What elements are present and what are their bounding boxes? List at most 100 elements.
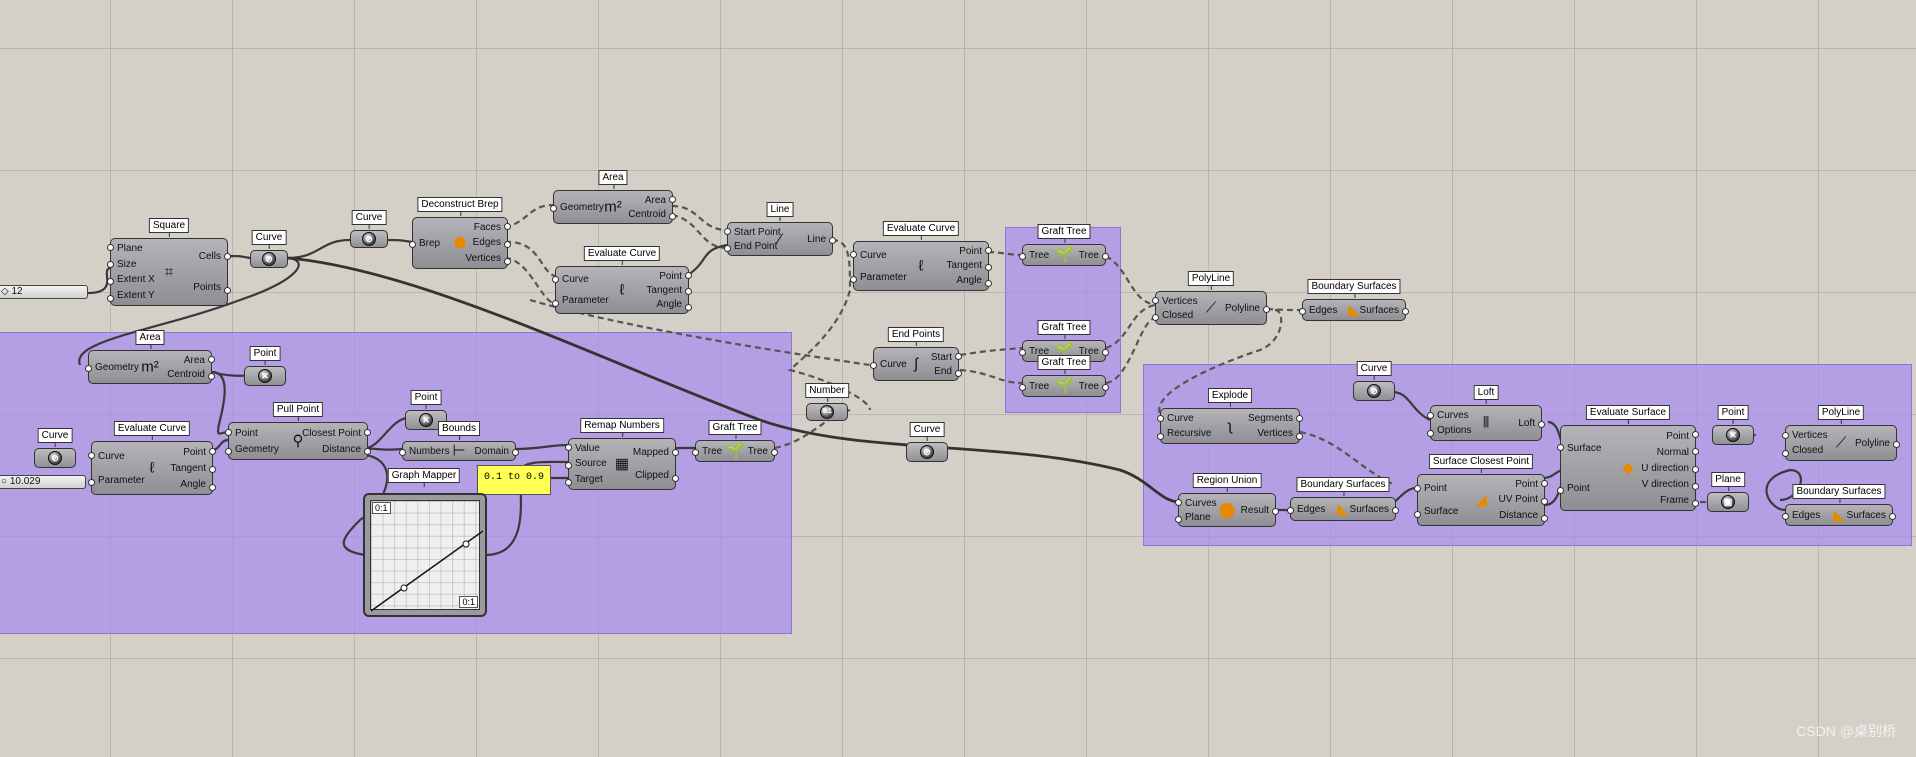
input-grip[interactable]	[1152, 314, 1159, 321]
output-clipped[interactable]: Clipped	[635, 470, 669, 481]
region-union-component[interactable]: Curves Plane Result ⬤	[1175, 493, 1279, 527]
output-grip[interactable]	[1296, 432, 1303, 440]
output-grip[interactable]	[1692, 499, 1699, 507]
output-domain[interactable]: Domain	[475, 446, 509, 457]
output-point[interactable]: Point	[183, 447, 206, 458]
output-grip[interactable]	[672, 474, 679, 482]
input-point[interactable]: Point	[235, 428, 258, 439]
input-tree[interactable]: Tree	[1029, 250, 1049, 261]
boundary-surfaces-component[interactable]: Edges Surfaces ◣	[1782, 504, 1896, 526]
input-size[interactable]: Size	[117, 259, 136, 270]
input-curve[interactable]: Curve	[98, 451, 125, 462]
input-grip[interactable]	[225, 448, 232, 455]
output-grip[interactable]	[955, 370, 962, 377]
input-recursive[interactable]: Recursive	[1167, 428, 1211, 439]
graft-tree-component[interactable]: Tree Tree 🌱	[1019, 375, 1109, 397]
input-grip[interactable]	[552, 275, 559, 283]
input-geometry[interactable]: Geometry	[235, 444, 279, 455]
output-grip[interactable]	[669, 213, 676, 220]
input-grip[interactable]	[850, 276, 857, 283]
end-points-component[interactable]: Curve Start End ∫	[870, 347, 962, 381]
curve-parameter[interactable]: ⊘	[1353, 381, 1395, 401]
output-polyline[interactable]: Polyline	[1855, 438, 1890, 449]
input-surface[interactable]: Surface	[1567, 443, 1601, 454]
input-grip[interactable]	[1782, 449, 1789, 457]
input-brep[interactable]: Brep	[419, 238, 440, 249]
output-grip[interactable]	[955, 353, 962, 360]
input-point[interactable]: Point	[1424, 483, 1447, 494]
input-closed[interactable]: Closed	[1162, 310, 1193, 321]
input-grip[interactable]	[1175, 499, 1182, 506]
input-tree[interactable]: Tree	[1029, 381, 1049, 392]
input-extent-x[interactable]: Extent X	[117, 274, 155, 285]
output-point[interactable]: Point	[1666, 431, 1689, 442]
remap-numbers-component[interactable]: Value Source Target Mapped Clipped ▦	[565, 438, 679, 490]
output-distance[interactable]: Distance	[322, 444, 361, 455]
output-grip[interactable]	[1272, 507, 1279, 515]
output-grip[interactable]	[685, 271, 692, 279]
surface-closest-point-component[interactable]: Point Surface Point UV Point Distance ◢	[1414, 474, 1548, 526]
input-grip[interactable]	[399, 448, 406, 456]
input-curve[interactable]: Curve	[562, 274, 589, 285]
output-grip[interactable]	[504, 240, 511, 248]
output-closest-point[interactable]: Closest Point	[302, 428, 361, 439]
output-vertices[interactable]: Vertices	[465, 253, 501, 264]
boundary-surfaces-component[interactable]: Edges Surfaces ◣	[1299, 299, 1409, 321]
output-edges[interactable]: Edges	[473, 237, 501, 248]
input-options[interactable]: Options	[1437, 425, 1471, 436]
input-point[interactable]: Point	[1567, 483, 1590, 494]
output-grip[interactable]	[209, 447, 216, 455]
input-grip[interactable]	[1557, 444, 1564, 451]
output-grip[interactable]	[1889, 512, 1896, 520]
input-grip[interactable]	[1019, 383, 1026, 391]
output-grip[interactable]	[1263, 305, 1270, 313]
input-grip[interactable]	[88, 479, 95, 486]
input-source[interactable]: Source	[575, 458, 607, 469]
input-grip[interactable]	[225, 429, 232, 436]
input-parameter[interactable]: Parameter	[860, 272, 907, 283]
output-grip[interactable]	[985, 263, 992, 271]
input-grip[interactable]	[1782, 431, 1789, 439]
pull-point-component[interactable]: Point Geometry Closest Point Distance ⚲	[225, 422, 371, 460]
output-grip[interactable]	[685, 287, 692, 295]
input-grip[interactable]	[1157, 414, 1164, 422]
input-grip[interactable]	[1019, 252, 1026, 260]
input-start-point[interactable]: Start Point	[734, 227, 781, 238]
explode-component[interactable]: Curve Recursive Segments Vertices ʅ	[1157, 408, 1303, 444]
evaluate-surface-component[interactable]: Surface Point Point Normal U direction V dire…	[1557, 425, 1699, 511]
output-grip[interactable]	[209, 483, 216, 491]
input-curve[interactable]: Curve	[1167, 413, 1194, 424]
output-angle[interactable]: Angle	[180, 479, 206, 490]
grasshopper-canvas[interactable]: ◇ 12 ○ 10.029 0.1 to 0.9 Graph Mapper 0:…	[0, 0, 1916, 757]
point-parameter[interactable]: ✕	[244, 366, 286, 386]
line-component[interactable]: Start Point End Point Line ⁄	[724, 222, 836, 256]
input-grip[interactable]	[850, 251, 857, 258]
deconstruct-brep-component[interactable]: Brep Faces Edges Vertices ⬢	[409, 217, 511, 269]
input-vertices[interactable]: Vertices	[1162, 296, 1198, 307]
output-grip[interactable]	[224, 286, 231, 294]
output-grip[interactable]	[1538, 420, 1545, 428]
output-uv-point[interactable]: UV Point	[1499, 494, 1538, 505]
input-curves[interactable]: Curves	[1437, 410, 1469, 421]
evaluate-curve-component[interactable]: Curve Parameter Point Tangent Angle ℓ	[88, 441, 216, 495]
input-extent-y[interactable]: Extent Y	[117, 290, 155, 301]
input-grip[interactable]	[107, 278, 114, 285]
curve-parameter[interactable]: ⊘	[350, 230, 388, 248]
output-grip[interactable]	[1692, 482, 1699, 490]
input-grip[interactable]	[1152, 297, 1159, 304]
output-tangent[interactable]: Tangent	[946, 260, 982, 271]
output-point[interactable]: Point	[1515, 479, 1538, 490]
input-parameter[interactable]: Parameter	[98, 475, 145, 486]
input-grip[interactable]	[1299, 307, 1306, 315]
input-grip[interactable]	[565, 444, 572, 452]
output-surfaces[interactable]: Surfaces	[1350, 504, 1389, 515]
output-area[interactable]: Area	[184, 355, 205, 366]
output-points[interactable]: Points	[193, 282, 221, 293]
output-centroid[interactable]: Centroid	[167, 369, 205, 380]
parameter-slider[interactable]: ○ 10.029	[0, 475, 86, 489]
output-surfaces[interactable]: Surfaces	[1360, 305, 1399, 316]
input-grip[interactable]	[107, 244, 114, 251]
input-target[interactable]: Target	[575, 474, 603, 485]
input-curve[interactable]: Curve	[880, 359, 907, 370]
plane-parameter[interactable]: ▣	[1707, 492, 1749, 512]
